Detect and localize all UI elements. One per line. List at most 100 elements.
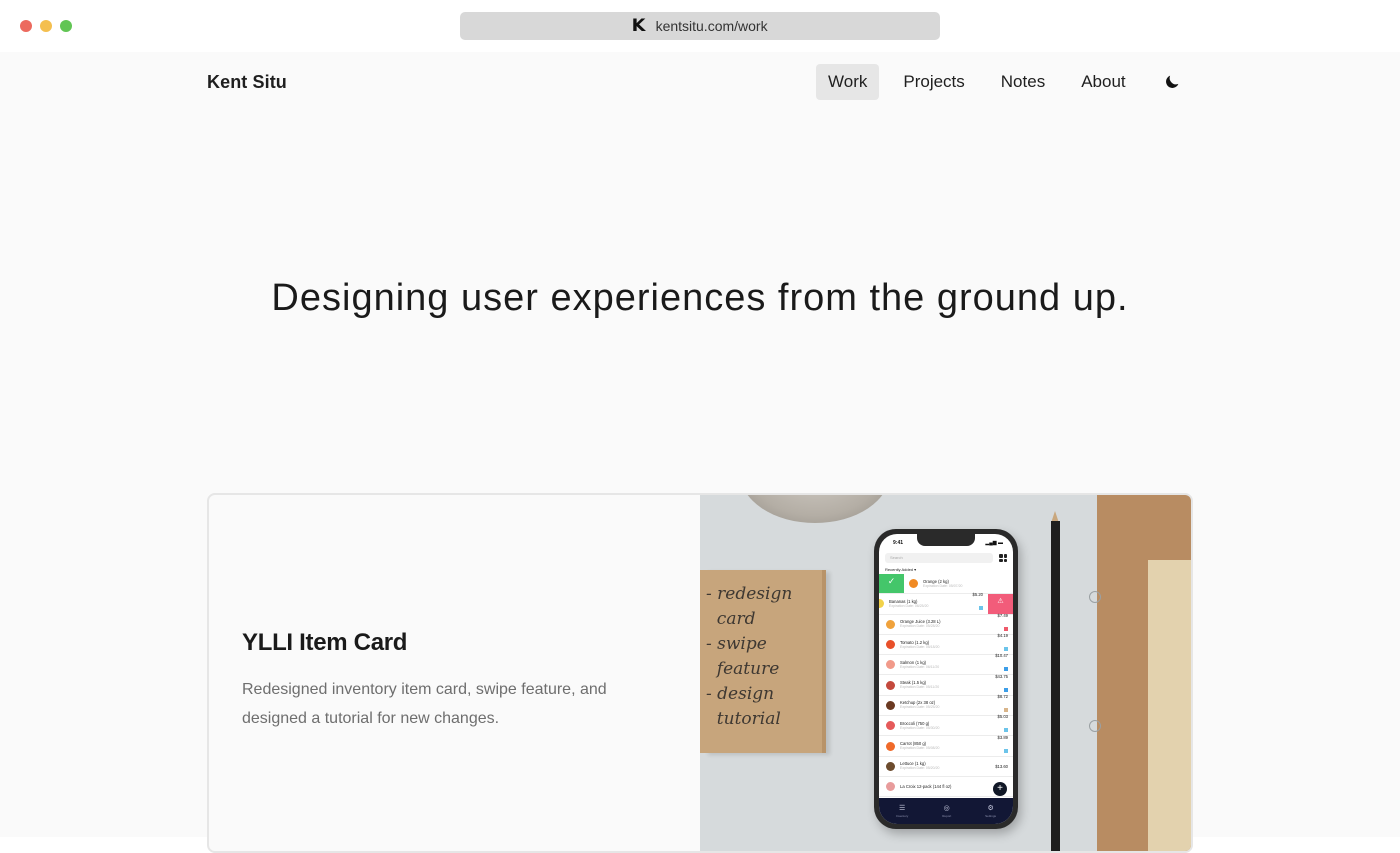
item-thumbnail [886, 640, 895, 650]
url-text: kentsitu.com/work [655, 18, 768, 34]
hero-headline: Designing user experiences from the grou… [271, 277, 1129, 319]
item-meta: $13.60 [991, 764, 1013, 769]
minimize-window-button[interactable] [40, 20, 52, 32]
inventory-row: Ketchup (2x 38 oz) Expiration Date: 05/25… [879, 693, 1013, 717]
notepad-prop: - redesign card - swipe feature - design t… [700, 570, 822, 753]
gear-icon: ⚙ [987, 804, 994, 812]
card-text: YLLI Item Card Redesigned inventory item… [242, 495, 692, 851]
notepad-line: card [706, 609, 756, 629]
inventory-row: Steak (1.5 kg) Expiration Date: 05/11/20 $… [879, 673, 1013, 696]
browser-chrome: K kentsitu.com/work [0, 0, 1400, 52]
status-icons: ▂▄▆ ▬ [985, 540, 1003, 546]
item-thumbnail [886, 761, 895, 771]
item-category-tag [1004, 687, 1008, 692]
item-expiration: Expiration Date: 05/20/20 [900, 766, 940, 771]
nav-about[interactable]: About [1069, 64, 1137, 100]
grid-view-icon [999, 554, 1007, 562]
item-body: Lettuce (1 kg) Expiration Date: 05/20/20 [900, 761, 991, 771]
site-title-link[interactable]: Kent Situ [207, 72, 287, 93]
item-expiration: Expiration Date: 05/18/20 [900, 644, 940, 649]
address-bar[interactable]: K kentsitu.com/work [460, 12, 940, 40]
item-thumbnail [886, 619, 895, 629]
item-body: Orange (2 kg) Expiration Date: 05/07/20 [923, 579, 991, 589]
moon-icon [1165, 75, 1179, 88]
chart-icon: ◎ [943, 804, 950, 812]
close-window-button[interactable] [20, 20, 32, 32]
inventory-row: Orange Juice (3.28 L) Expiration Date: 05… [879, 612, 1013, 635]
item-category-tag [1004, 707, 1008, 712]
status-time: 9:41 [893, 540, 904, 546]
nav-work[interactable]: Work [816, 64, 880, 100]
item-price: $43.75 [995, 673, 1008, 679]
item-name: La Croix 12-pack (144 fl oz) [900, 784, 952, 790]
item-expiration: Expiration Date: 05/08/20 [900, 746, 940, 751]
ring-clip [1089, 591, 1101, 603]
item-price: $5.03 [997, 714, 1008, 720]
item-category-tag [979, 606, 983, 611]
item-body: Steak (1.5 kg) Expiration Date: 05/11/20 [900, 680, 991, 690]
tab-settings: ⚙ Settings [985, 804, 996, 818]
item-body: Ketchup (2x 38 oz) Expiration Date: 05/25… [900, 700, 991, 710]
item-thumbnail [886, 741, 895, 751]
notepad-line: tutorial [706, 709, 781, 729]
swipe-wasted-action-icon: ⚠ [988, 594, 1013, 614]
inventory-list: ✓ Orange (2 kg) Expiration Date: 05/07/20 B… [879, 574, 1013, 798]
item-category-tag [1004, 626, 1008, 631]
bowl-prop [740, 495, 890, 523]
item-price: $4.19 [997, 633, 1008, 639]
item-price: $13.60 [995, 763, 1008, 769]
item-thumbnail [909, 579, 918, 589]
work-card-ylli[interactable]: YLLI Item Card Redesigned inventory item… [207, 493, 1193, 853]
phone-search-field: Search [885, 553, 993, 563]
item-expiration: Expiration Date: 05/30/20 [900, 725, 940, 730]
main-nav: Work Projects Notes About [816, 64, 1184, 100]
item-price: $7.49 [997, 612, 1008, 618]
item-thumbnail [886, 660, 895, 670]
swipe-consume-action-icon: ✓ [879, 574, 904, 594]
notepad-line: feature [706, 659, 780, 679]
inventory-row: Broccoli (750 g) Expiration Date: 05/30/2… [879, 714, 1013, 737]
inventory-row: Salmon (1 kg) Expiration Date: 06/11/20 $1… [879, 653, 1013, 676]
list-icon: ☰ [898, 804, 906, 812]
inventory-row: Bananas (1 kg) Expiration Date: 06/25/20 $… [879, 592, 1013, 615]
item-expiration: Expiration Date: 06/25/20 [889, 603, 929, 608]
inventory-row: ✓ Orange (2 kg) Expiration Date: 05/07/20 [879, 574, 1013, 595]
item-expiration: Expiration Date: 05/25/20 [900, 705, 940, 710]
notepad-line: - redesign [706, 584, 793, 604]
item-category-tag [1004, 647, 1008, 652]
item-price: $10.47 [995, 653, 1008, 659]
item-thumbnail [886, 721, 895, 731]
item-expiration: Expiration Date: 05/28/20 [900, 624, 940, 629]
item-price: $8.72 [997, 693, 1008, 699]
inventory-row: Lettuce (1 kg) Expiration Date: 05/20/20 $… [879, 757, 1013, 777]
notepad-notes: - redesign card - swipe feature - design t… [706, 582, 792, 732]
item-expiration: Expiration Date: 05/07/20 [923, 583, 963, 588]
card-description: Redesigned inventory item card, swipe fe… [242, 681, 607, 727]
maximize-window-button[interactable] [60, 20, 72, 32]
item-category-tag [1004, 728, 1008, 733]
item-thumbnail [886, 700, 895, 710]
card-cover-image: - redesign card - swipe feature - design t… [700, 495, 1191, 851]
item-meta: $5.20 [966, 592, 988, 615]
tab-inventory: ☰ Inventory [895, 804, 909, 818]
phone-mockup: 9:41 ▂▄▆ ▬ Search Recently Added ▾ ✓ Oran… [874, 529, 1018, 829]
item-price: $3.89 [997, 734, 1008, 740]
sort-label: Recently Added ▾ [885, 567, 917, 572]
item-body: Broccoli (750 g) Expiration Date: 05/30/2… [900, 721, 991, 731]
notepad-line: - swipe [706, 634, 767, 654]
item-thumbnail [886, 680, 895, 690]
item-category-tag [1004, 748, 1008, 753]
item-category-tag [1004, 667, 1008, 672]
item-meta: $3.89 [991, 735, 1013, 758]
item-body: Salmon (1 kg) Expiration Date: 06/11/20 [900, 660, 991, 670]
item-body: Tomato (1.2 kg) Expiration Date: 05/18/20 [900, 640, 991, 650]
item-expiration: Expiration Date: 05/11/20 [900, 685, 940, 690]
inventory-row: Carrot (850 g) Expiration Date: 05/08/20 $… [879, 735, 1013, 758]
theme-toggle-button[interactable] [1160, 70, 1184, 94]
item-expiration: Expiration Date: 06/11/20 [900, 664, 940, 669]
nav-notes[interactable]: Notes [989, 64, 1057, 100]
item-body: Carrot (850 g) Expiration Date: 05/08/20 [900, 741, 991, 751]
folder-tab-prop [1148, 560, 1191, 851]
nav-projects[interactable]: Projects [891, 64, 976, 100]
phone-screen: 9:41 ▂▄▆ ▬ Search Recently Added ▾ ✓ Oran… [879, 534, 1013, 824]
